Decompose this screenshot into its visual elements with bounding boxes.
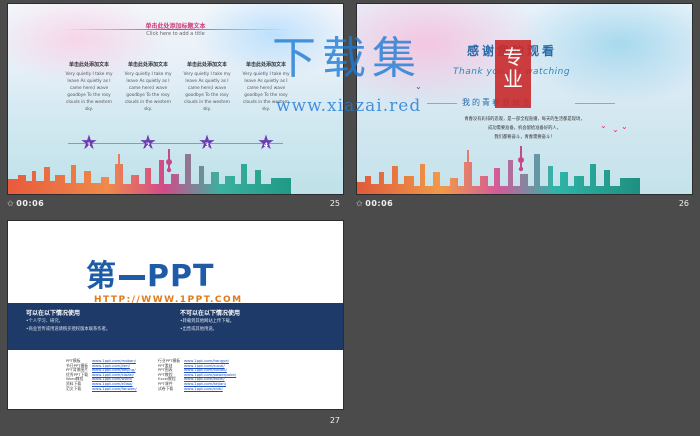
watermark-seal: 专业 xyxy=(495,40,531,108)
column-body: Very quietly I take my leave As quietly … xyxy=(183,72,231,112)
resource-link-label: 范文下载 xyxy=(66,385,82,391)
slide-meta-26: ✩ 00:06 26 xyxy=(356,199,689,211)
column-body: Very quietly I take my leave As quietly … xyxy=(65,72,113,112)
resource-links-right: 行业PPT模板 www.1ppt.com/hangye/PPT素材 www.1ppt… xyxy=(158,358,236,392)
allowed-line-1: •个人学习、研究。 xyxy=(26,319,63,324)
body-line-3: 我们都要奋斗，青春需要奋斗！ xyxy=(494,135,555,140)
forbidden-line-1: •转载到其他网站上传下载。 xyxy=(180,319,235,324)
bird-icon: ⌄ xyxy=(600,121,607,130)
resource-links-left: PPT模板 www.1ppt.com/moban/节日PPT模板 www.1ppt.… xyxy=(66,358,137,392)
bird-icon: ⌄ xyxy=(621,122,628,131)
body-line-2: 成功需要准备，机会留给准备好的人， xyxy=(487,126,562,131)
body-line-1: 青春没有彩排的悲观，是一部全程直播，每天的生活都是现场， xyxy=(464,117,585,122)
slide-number: 26 xyxy=(678,199,689,208)
slide-number: 25 xyxy=(329,199,340,208)
timeline-line xyxy=(68,143,283,144)
text-column-3: 单击此处添加文本 Very quietly I take my leave As… xyxy=(181,61,233,113)
text-column-2: 单击此处添加文本 Very quietly I take my leave As… xyxy=(122,61,174,113)
resource-link-label: 试卷下载 xyxy=(158,385,174,391)
column-body: Very quietly I take my leave As quietly … xyxy=(124,72,172,112)
forbidden-line-2: •出售或其他用途。 xyxy=(180,327,217,332)
resource-link-url[interactable]: www.1ppt.com/fanwen/ xyxy=(92,386,137,391)
slide-thumbnail-27[interactable]: 第 PPT HTTP://WWW.1PPT.COM 可以在以下情况使用 •个人学习… xyxy=(7,220,344,432)
city-skyline-illustration xyxy=(8,149,291,194)
motto-rule-right xyxy=(575,103,615,104)
slide-number: 27 xyxy=(329,416,340,425)
text-column-1: 单击此处添加文本 Very quietly I take my leave As… xyxy=(63,61,115,113)
watermark-url: www.xiazai.red xyxy=(276,96,422,116)
forbidden-heading: 不可以在以下情况使用 xyxy=(180,310,241,317)
allowed-heading: 可以在以下情况使用 xyxy=(26,310,81,317)
column-heading: 单击此处添加文本 xyxy=(186,62,227,68)
slide-meta-25: ✩ 00:06 25 xyxy=(7,199,340,211)
resource-link-url[interactable]: www.1ppt.com/shiti/ xyxy=(184,386,223,391)
column-heading: 单击此处添加文本 xyxy=(127,62,168,68)
usage-band: 可以在以下情况使用 •个人学习、研究。 •商业宣传或用途请购买授权版本联系作者。… xyxy=(8,303,343,350)
allowed-line-2: •商业宣传或用途请购买授权版本联系作者。 xyxy=(26,327,111,332)
resource-link-row[interactable]: 试卷下载 www.1ppt.com/shiti/ xyxy=(158,385,236,392)
slide-duration: 00:06 xyxy=(16,199,45,208)
bird-icon: ⌄ xyxy=(612,125,619,134)
motto-rule-left xyxy=(427,103,457,104)
transition-icon: ✩ xyxy=(356,199,363,208)
city-skyline-illustration xyxy=(357,146,640,194)
resource-link-row[interactable]: 范文下载 www.1ppt.com/fanwen/ xyxy=(66,385,137,392)
column-heading: 单击此处添加文本 xyxy=(68,62,109,68)
slide-meta-27: 27 xyxy=(7,416,340,428)
slide-preview-27[interactable]: 第 PPT HTTP://WWW.1PPT.COM 可以在以下情况使用 •个人学习… xyxy=(7,220,344,410)
site-logo: 第 PPT xyxy=(86,259,215,294)
transition-icon: ✩ xyxy=(7,199,14,208)
watermark-brand-text: 下载集 xyxy=(272,33,422,84)
slide-duration: 00:06 xyxy=(365,199,394,208)
